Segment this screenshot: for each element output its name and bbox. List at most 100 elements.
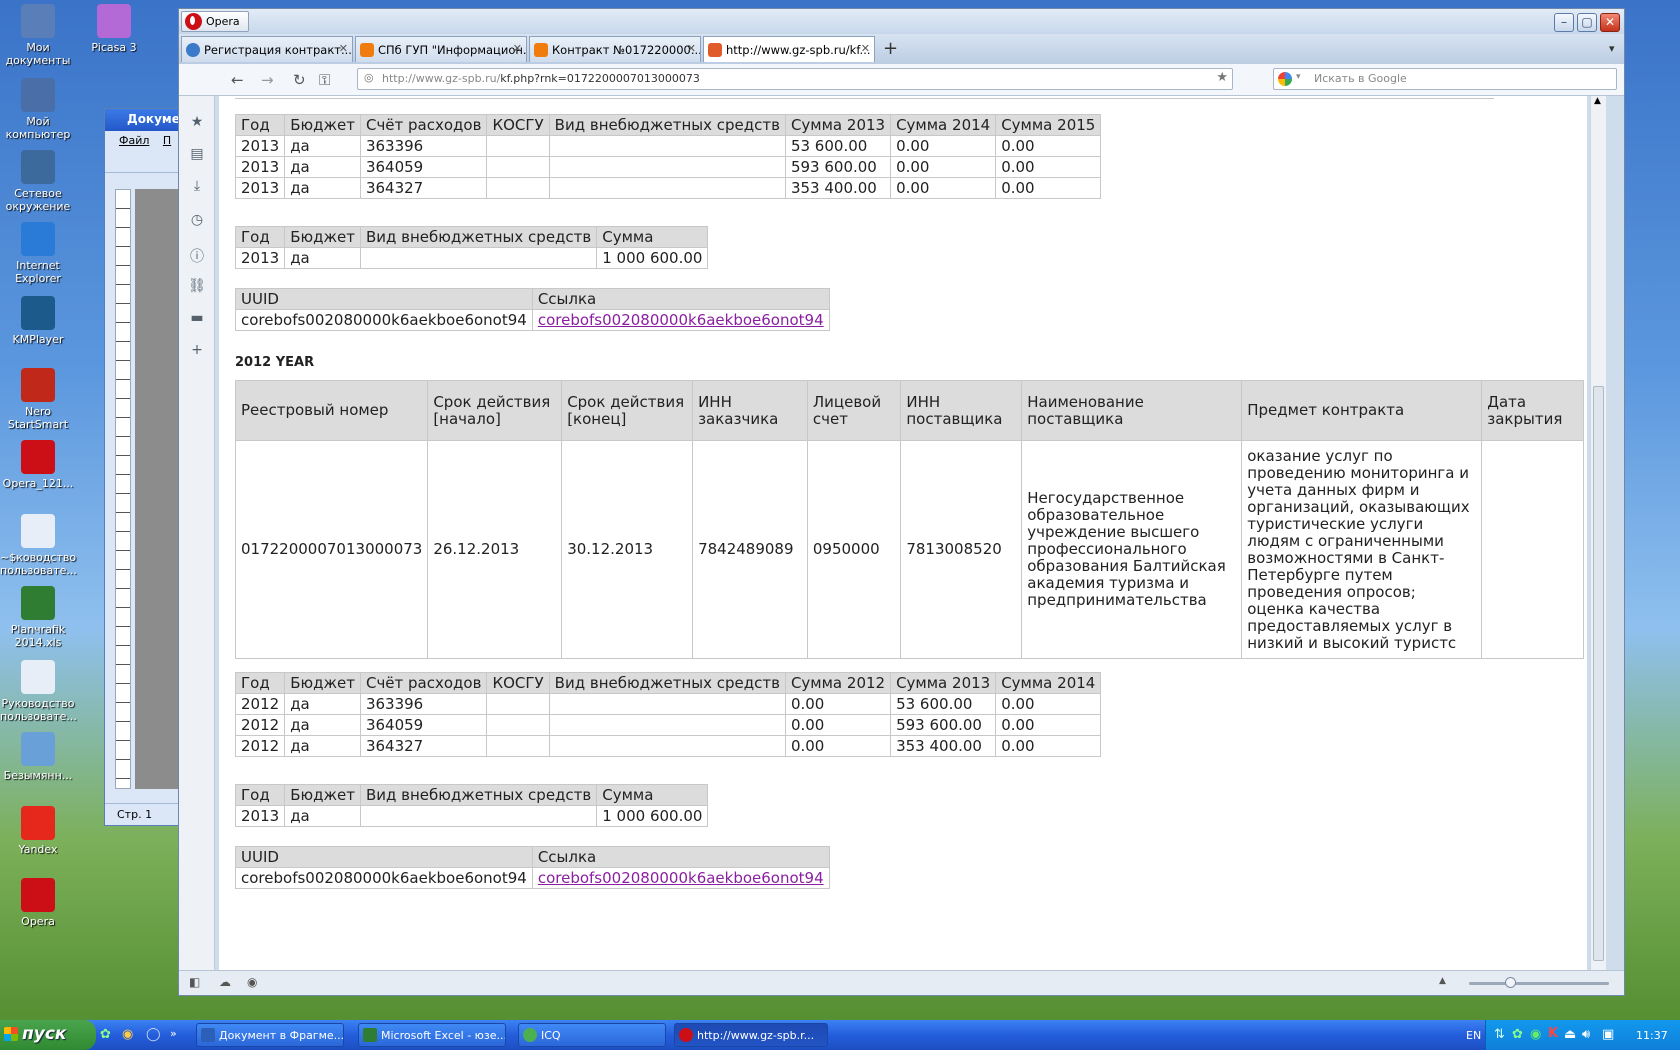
desktop-icon[interactable]: Planчrafik 2014.xls <box>0 586 76 649</box>
tray-kaspersky-icon[interactable]: K <box>1548 1026 1558 1041</box>
desktop-icon[interactable]: KMPlayer <box>0 296 76 346</box>
downloads-icon[interactable]: ⤓ <box>188 178 206 196</box>
table-cell: 0.00 <box>995 135 1102 157</box>
tray-antivirus-icon[interactable]: ◉ <box>1530 1027 1541 1042</box>
system-tray: ⇅ ✿ ◉ K ⏏ 🔊︎ ▣ 11:37 <box>1485 1020 1680 1050</box>
table-cell: да <box>284 805 361 827</box>
back-icon[interactable]: ← <box>231 71 244 89</box>
word-menu-file[interactable]: Файл <box>119 134 149 147</box>
bookmarks-star-icon[interactable]: ★ <box>188 114 206 132</box>
icq-quicklaunch-icon[interactable]: ✿ <box>100 1027 111 1042</box>
table-cell: 363396 <box>359 135 488 157</box>
tab-close-icon[interactable]: ✕ <box>861 42 870 55</box>
table-row: 2013 да 1 000 600.00 <box>234 805 709 827</box>
desktop-icon[interactable]: Мои документы <box>0 4 76 67</box>
taskbar: пуск ✿ ◉ ◯ » Документ в Фрагме... Micros… <box>0 1020 1680 1050</box>
new-tab-button[interactable]: + <box>883 38 898 59</box>
desktop-icon[interactable]: Nero StartSmart <box>0 368 76 431</box>
links-icon[interactable]: ⛓ <box>188 278 206 296</box>
maximize-button[interactable]: ▢ <box>1577 13 1597 32</box>
tray-display-icon[interactable]: ▣ <box>1602 1027 1614 1042</box>
word-title[interactable]: Докуме <box>105 109 179 131</box>
reload-icon[interactable]: ↻ <box>293 71 306 89</box>
panel-toggle-icon[interactable]: ◧ <box>189 975 200 989</box>
uuid-table-2012: UUID Ссылка corebofs002080000k6aekboe6ono… <box>235 846 830 889</box>
chrome-quicklaunch-icon[interactable]: ◉ <box>122 1027 133 1042</box>
word-window[interactable]: Докуме Файл П Стр. 1 <box>104 108 180 826</box>
history-clock-icon[interactable]: ◷ <box>188 212 206 230</box>
ie-quicklaunch-icon[interactable]: ◯ <box>146 1027 161 1042</box>
notes-icon[interactable]: ▤ <box>188 146 206 164</box>
zoom-up-icon[interactable]: ▲ <box>1439 976 1446 986</box>
table-row: 2013 да 364059 593 600.00 0.00 0.00 <box>234 156 1102 178</box>
start-button[interactable]: пуск <box>0 1020 96 1050</box>
tab-close-icon[interactable]: ✕ <box>687 42 696 55</box>
quicklaunch-more-icon[interactable]: » <box>170 1027 177 1040</box>
my-computer-icon <box>21 78 55 112</box>
tab-menu-chevron-icon[interactable]: ▾ <box>1609 42 1615 55</box>
word-doc-icon <box>21 660 55 694</box>
uuid-link[interactable]: corebofs002080000k6aekboe6onot94 <box>538 311 824 329</box>
column-header: Год <box>234 672 286 694</box>
info-icon[interactable]: ⓘ <box>188 246 206 265</box>
tab-bar: Регистрация контракт... ✕ СПб ГУП "Инфор… <box>179 34 1624 64</box>
tab-close-icon[interactable]: ✕ <box>513 42 522 55</box>
tab-registration[interactable]: Регистрация контракт... ✕ <box>181 36 353 62</box>
desktop-icon[interactable]: Мой компьютер <box>0 78 76 141</box>
table-cell: 2012 <box>234 714 286 736</box>
task-icq[interactable]: ICQ <box>518 1023 666 1047</box>
vertical-scrollbar[interactable]: ▲ <box>1590 96 1606 971</box>
tab-contract[interactable]: Контракт №017220000... ✕ <box>529 36 701 62</box>
url-field[interactable]: ◎ http://www.gz-spb.ru/kf.php?rnk=017220… <box>357 68 1233 90</box>
tab-spb-gup[interactable]: СПб ГУП "Информацион... ✕ <box>355 36 527 62</box>
opera-menu-button[interactable]: Opera <box>181 11 249 32</box>
minimize-button[interactable]: – <box>1554 13 1574 32</box>
scroll-thumb[interactable] <box>1593 386 1604 961</box>
language-indicator[interactable]: EN <box>1466 1029 1481 1042</box>
zoom-slider[interactable] <box>1469 977 1609 988</box>
speed-dial-icon[interactable]: ◉ <box>247 975 257 989</box>
clock[interactable]: 11:37 <box>1636 1029 1668 1042</box>
word-doc-icon <box>21 514 55 548</box>
search-field[interactable]: ▾ Искать в Google <box>1273 68 1617 90</box>
tab-label: СПб ГУП "Информацион... <box>378 43 527 57</box>
bookmark-star-icon[interactable]: ★ <box>1216 70 1228 85</box>
task-opera[interactable]: http://www.gz-spb.r... <box>674 1023 828 1047</box>
table-row: 2013 да 363396 53 600.00 0.00 0.00 <box>234 135 1102 157</box>
desktop-icon[interactable]: ~$ководство пользовате... <box>0 514 77 577</box>
forward-icon[interactable]: → <box>261 71 274 89</box>
table-cell <box>548 135 786 157</box>
tray-usb-icon[interactable]: ⏏ <box>1564 1027 1576 1042</box>
tab-gz-spb[interactable]: http://www.gz-spb.ru/kf... ✕ <box>703 36 875 62</box>
desktop-icon[interactable]: Сетевое окружение <box>0 150 76 213</box>
uuid-link[interactable]: corebofs002080000k6aekboe6onot94 <box>538 869 824 887</box>
tray-volume-icon[interactable]: 🔊︎ <box>1582 1027 1590 1042</box>
opera-unite-icon[interactable]: ☁ <box>219 975 231 989</box>
panel-icon[interactable]: ▬ <box>188 310 206 328</box>
desktop-icon[interactable]: Руководство пользовате... <box>0 660 77 723</box>
tab-close-icon[interactable]: ✕ <box>339 42 348 55</box>
desktop-icon[interactable]: Opera <box>0 878 76 928</box>
search-engine-chevron-icon[interactable]: ▾ <box>1296 72 1301 82</box>
desktop-icon[interactable]: Безымянн... <box>0 732 76 782</box>
column-header: Вид внебюджетных средств <box>548 114 786 136</box>
word-menu-edit[interactable]: П <box>163 134 171 147</box>
zoom-slider-handle[interactable] <box>1505 977 1516 988</box>
add-panel-icon[interactable]: + <box>188 342 206 360</box>
desktop-icon[interactable]: Internet Explorer <box>0 222 76 285</box>
scroll-up-icon[interactable]: ▲ <box>1594 96 1601 106</box>
tray-network-icon[interactable]: ⇅ <box>1494 1027 1505 1042</box>
icq-task-icon <box>523 1028 537 1042</box>
tray-icq-icon[interactable]: ✿ <box>1512 1027 1523 1042</box>
task-word-document[interactable]: Документ в Фрагме... <box>196 1023 344 1047</box>
column-header: Сумма 2015 <box>995 114 1102 136</box>
close-button[interactable]: ✕ <box>1600 13 1620 32</box>
table-cell: 2013 <box>234 247 286 269</box>
column-header: Бюджет <box>284 114 361 136</box>
desktop-icon[interactable]: Yandex <box>0 806 76 856</box>
key-icon[interactable]: ⚿ <box>319 71 330 89</box>
task-excel[interactable]: Microsoft Excel - юзе... <box>358 1023 506 1047</box>
desktop-icon[interactable]: Opera_121... <box>0 440 76 490</box>
word-document-area[interactable] <box>135 189 179 789</box>
desktop-icon[interactable]: Picasa 3 <box>76 4 152 54</box>
